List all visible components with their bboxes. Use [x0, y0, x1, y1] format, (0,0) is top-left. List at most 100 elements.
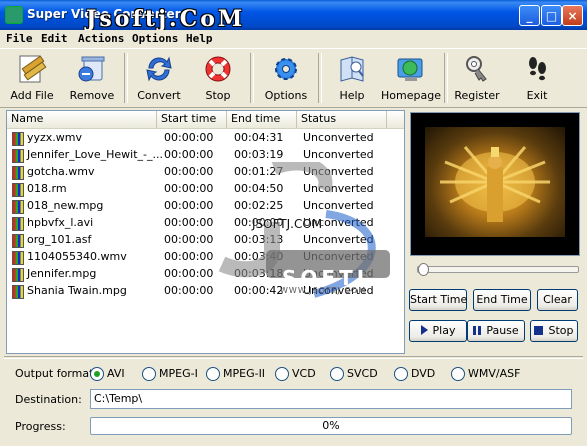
table-row[interactable]: Jennifer_Love_Hewit_-_... 00:00:00 00:03:1… [7, 146, 387, 163]
seek-thumb[interactable] [418, 263, 429, 276]
status-cell: Unconverted [303, 233, 374, 246]
play-label: Play [432, 324, 456, 337]
homepage-button[interactable]: Homepage [381, 51, 441, 105]
end-time-cell: 00:03:19 [234, 148, 284, 161]
destination-input[interactable]: C:\Temp\ [90, 389, 572, 409]
exit-label: Exit [526, 89, 548, 102]
column-header-status[interactable]: Status [297, 111, 387, 128]
video-file-icon [12, 132, 24, 146]
options-button[interactable]: Options [260, 51, 312, 105]
end-time-button[interactable]: End Time [473, 289, 531, 311]
table-row[interactable]: 018.rm 00:00:00 00:04:50 Unconverted [7, 180, 387, 197]
gear-icon [275, 58, 297, 80]
convert-label: Convert [137, 89, 181, 102]
radio-label: VCD [292, 367, 316, 380]
remove-label: Remove [69, 89, 115, 102]
start-time-cell: 00:00:00 [164, 182, 214, 195]
progress-bar: 0% [90, 417, 572, 435]
menu-options[interactable]: Options [132, 32, 178, 45]
video-file-icon [12, 217, 24, 231]
pause-icon [473, 326, 482, 335]
video-file-icon [12, 166, 24, 180]
register-label: Register [454, 89, 500, 102]
add-file-button[interactable]: Add File [6, 51, 58, 105]
radio-button[interactable] [142, 367, 156, 381]
start-time-cell: 00:00:00 [164, 165, 214, 178]
radio-label: DVD [411, 367, 436, 380]
exit-button[interactable]: Exit [511, 51, 563, 105]
radio-button[interactable] [451, 367, 465, 381]
watermark-text: Jsoftj.CoM [86, 6, 246, 32]
menu-edit[interactable]: Edit [41, 32, 68, 45]
help-label: Help [339, 89, 365, 102]
column-header-name[interactable]: Name [7, 111, 157, 128]
status-cell: Unconverted [303, 165, 374, 178]
radio-button[interactable] [330, 367, 344, 381]
end-time-cell: 00:01:27 [234, 165, 284, 178]
radio-label: SVCD [347, 367, 378, 380]
file-name-cell: org_101.asf [27, 233, 92, 246]
table-row[interactable]: 018_new.mpg 00:00:00 00:02:25 Unconverted [7, 197, 387, 214]
stop-label: Stop [205, 89, 231, 102]
app-icon[interactable] [5, 6, 23, 24]
center-watermark: JSOFTJ.COM [252, 217, 323, 231]
menu-bar: File Edit Actions Options Help [0, 30, 587, 47]
menu-file[interactable]: File [6, 32, 33, 45]
play-button[interactable]: Play [409, 320, 467, 342]
pause-button[interactable]: Pause [467, 320, 525, 342]
table-row[interactable]: gotcha.wmv 00:00:00 00:01:27 Unconverted [7, 163, 387, 180]
file-name-cell: Shania Twain.mpg [27, 284, 127, 297]
table-row[interactable]: yyzx.wmv 00:00:00 00:04:31 Unconverted [7, 129, 387, 146]
radio-button[interactable] [275, 367, 289, 381]
convert-button[interactable]: Convert [133, 51, 185, 105]
column-header-end-time[interactable]: End time [227, 111, 297, 128]
status-cell: Unconverted [303, 131, 374, 144]
close-button[interactable]: × [562, 5, 583, 26]
minimize-button[interactable]: _ [519, 5, 540, 26]
table-row[interactable]: hpbvfx_l.avi 00:00:00 00:00:00 Unconverted [7, 214, 387, 231]
start-time-cell: 00:00:00 [164, 233, 214, 246]
end-time-cell: 00:02:25 [234, 199, 284, 212]
register-button[interactable]: Register [451, 51, 503, 105]
radio-button[interactable] [394, 367, 408, 381]
start-time-cell: 00:00:00 [164, 148, 214, 161]
maximize-button[interactable]: □ [541, 5, 562, 26]
status-cell: Unconverted [303, 250, 374, 263]
play-icon [420, 325, 428, 335]
file-list[interactable]: Name Start time End time Status yyzx.wmv… [6, 110, 405, 354]
stop-button[interactable]: Stop [530, 320, 578, 342]
menu-actions[interactable]: Actions [78, 32, 124, 45]
column-header-start-time[interactable]: Start time [157, 111, 227, 128]
convert-arrows-icon [146, 56, 172, 82]
file-name-cell: Jennifer_Love_Hewit_-_... [27, 148, 163, 161]
stop-toolbar-button[interactable]: Stop [192, 51, 244, 105]
remove-button[interactable]: Remove [66, 51, 118, 105]
app-window: Super Video Converter Jsoftj.CoM _ □ × F… [0, 0, 587, 446]
title-bar[interactable]: Super Video Converter Jsoftj.CoM _ □ × [0, 0, 587, 32]
status-cell: Unconverted [303, 148, 374, 161]
table-row[interactable]: 1104055340.wmv 00:00:00 00:03:40 Unconverte… [7, 248, 387, 265]
radio-button[interactable] [90, 367, 104, 381]
start-time-button[interactable]: Start Time [409, 289, 467, 311]
radio-label: WMV/ASF [468, 367, 521, 380]
end-time-cell: 00:03:13 [234, 233, 284, 246]
video-file-icon [12, 200, 24, 214]
file-list-header: Name Start time End time Status [7, 111, 404, 129]
stop-label: Stop [548, 324, 574, 337]
film-add-icon [19, 55, 47, 83]
file-name-cell: gotcha.wmv [27, 165, 95, 178]
radio-label: AVI [107, 367, 125, 380]
help-book-icon [340, 56, 364, 82]
pause-label: Pause [486, 324, 519, 337]
radio-button[interactable] [206, 367, 220, 381]
menu-help[interactable]: Help [186, 32, 213, 45]
file-name-cell: hpbvfx_l.avi [27, 216, 94, 229]
start-time-cell: 00:00:00 [164, 216, 214, 229]
help-button[interactable]: Help [326, 51, 378, 105]
start-time-cell: 00:00:00 [164, 131, 214, 144]
video-file-icon [12, 268, 24, 282]
clear-button[interactable]: Clear [537, 289, 578, 311]
table-row[interactable]: org_101.asf 00:00:00 00:03:13 Unconverted [7, 231, 387, 248]
start-time-cell: 00:00:00 [164, 267, 214, 280]
seek-slider[interactable] [417, 263, 579, 276]
